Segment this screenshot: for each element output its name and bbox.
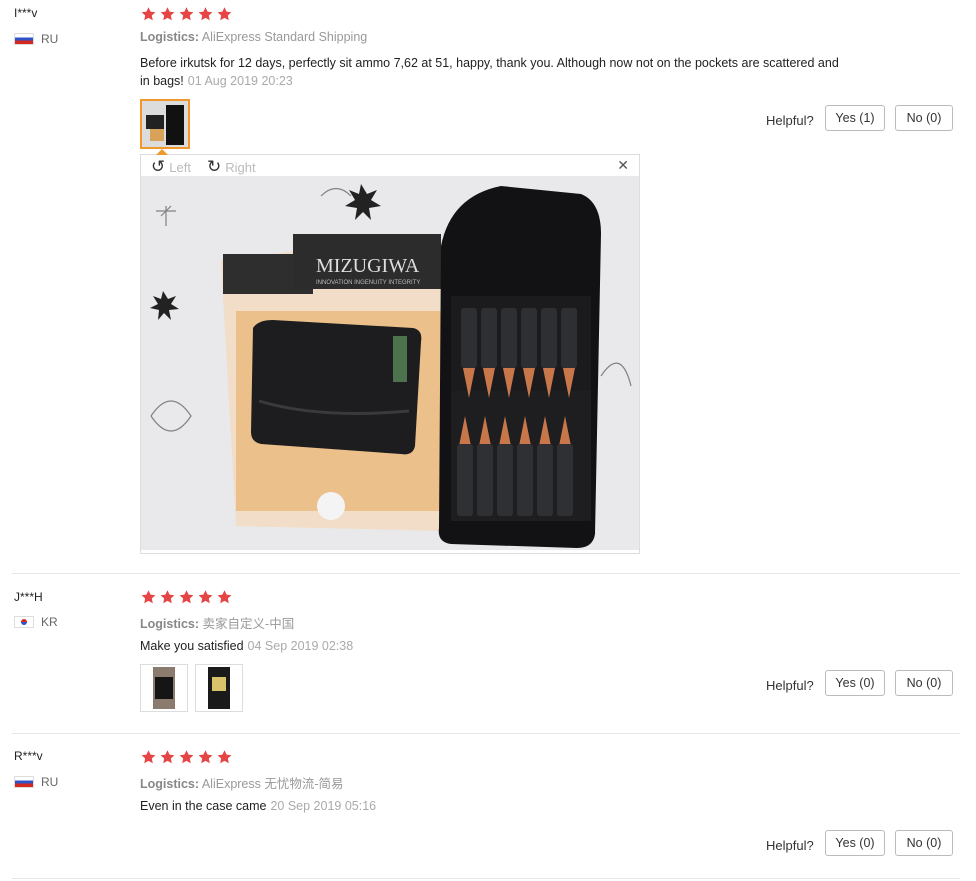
reviewer-name: R***v: [14, 749, 43, 763]
russia-flag-icon: [14, 776, 34, 788]
helpful-no-button[interactable]: No (0): [895, 670, 953, 696]
rotate-left-label: Left: [169, 159, 191, 175]
review-text: Before irkutsk for 12 days, perfectly si…: [140, 54, 840, 90]
logistics-label: Logistics:: [140, 777, 200, 791]
helpful-yes-button[interactable]: Yes (0): [825, 670, 885, 696]
star-icon: [197, 589, 214, 605]
star-icon: [216, 6, 233, 22]
country-code: RU: [41, 775, 59, 789]
close-icon[interactable]: ✕: [617, 157, 629, 174]
photo-viewer: ↺ Left ↻ Right ✕ MIZUGIWA INNOVATION ING…: [140, 149, 640, 554]
review-body: Even in the case came: [140, 799, 267, 813]
review-divider: [12, 573, 960, 574]
review-date: 20 Sep 2019 05:16: [270, 799, 377, 813]
star-rating: [140, 589, 233, 605]
star-icon: [178, 589, 195, 605]
review-photo-thumbnail[interactable]: [195, 664, 243, 712]
logistics-info: Logistics: 卖家自定义-中国: [140, 613, 294, 632]
helpful-yes-button[interactable]: Yes (1): [825, 105, 885, 131]
star-icon: [178, 749, 195, 765]
review-body: Make you satisfied: [140, 639, 244, 653]
photo-brand-tagline: INNOVATION INGENUITY INTEGRITY: [316, 280, 420, 286]
star-rating: [140, 6, 233, 22]
rotate-right-button[interactable]: ↻ Right: [207, 157, 256, 177]
logistics-value: AliExpress Standard Shipping: [201, 30, 368, 44]
reviewer-country: RU: [14, 775, 58, 789]
logistics-info: Logistics: AliExpress Standard Shipping: [140, 30, 367, 44]
logistics-label: Logistics:: [140, 30, 200, 44]
star-icon: [140, 6, 157, 22]
country-code: RU: [41, 32, 59, 46]
review-photo-thumbnail[interactable]: [140, 99, 190, 149]
review-text: Make you satisfied 04 Sep 2019 02:38: [140, 637, 840, 655]
helpful-yes-button[interactable]: Yes (0): [825, 830, 885, 856]
star-icon: [197, 749, 214, 765]
rotate-right-label: Right: [225, 159, 256, 175]
helpful-no-button[interactable]: No (0): [895, 105, 953, 131]
thumbnail-image: [196, 665, 242, 711]
thumbnail-image: [141, 665, 187, 711]
review-divider: [12, 878, 960, 879]
star-icon: [197, 6, 214, 22]
logistics-info: Logistics: AliExpress 无忧物流-简易: [140, 773, 344, 792]
reviewer-country: RU: [14, 32, 58, 46]
russia-flag-icon: [14, 33, 34, 45]
reviewer-name: J***H: [14, 590, 43, 604]
korea-flag-icon: [14, 616, 34, 628]
country-code: KR: [41, 615, 58, 629]
star-icon: [159, 589, 176, 605]
rotate-right-icon: ↻: [207, 157, 222, 176]
logistics-label: Logistics:: [140, 617, 200, 631]
logistics-value: AliExpress 无忧物流-简易: [201, 777, 344, 791]
star-icon: [159, 6, 176, 22]
helpful-no-button[interactable]: No (0): [895, 830, 953, 856]
star-icon: [216, 589, 233, 605]
rotate-left-icon: ↺: [151, 157, 166, 176]
review-text: Even in the case came 20 Sep 2019 05:16: [140, 797, 840, 815]
star-icon: [216, 749, 233, 765]
helpful-label: Helpful?: [766, 838, 814, 853]
star-icon: [140, 749, 157, 765]
helpful-label: Helpful?: [766, 113, 814, 128]
reviewer-name: I***v: [14, 6, 38, 20]
review-divider: [12, 733, 960, 734]
star-rating: [140, 749, 233, 765]
review-date: 04 Sep 2019 02:38: [247, 639, 354, 653]
logistics-value: 卖家自定义-中国: [202, 617, 295, 631]
review-photo-thumbnail[interactable]: [140, 664, 188, 712]
star-icon: [159, 749, 176, 765]
rotate-left-button[interactable]: ↺ Left: [151, 157, 191, 177]
thumbnail-image: [142, 101, 188, 147]
star-icon: [140, 589, 157, 605]
review-photo: MIZUGIWA INNOVATION INGENUITY INTEGRITY: [141, 176, 639, 550]
viewer-pointer: [156, 149, 168, 155]
reviewer-country: KR: [14, 615, 58, 629]
photo-brand-text: MIZUGIWA: [316, 255, 420, 277]
helpful-label: Helpful?: [766, 678, 814, 693]
review-date: 01 Aug 2019 20:23: [187, 74, 293, 88]
star-icon: [178, 6, 195, 22]
